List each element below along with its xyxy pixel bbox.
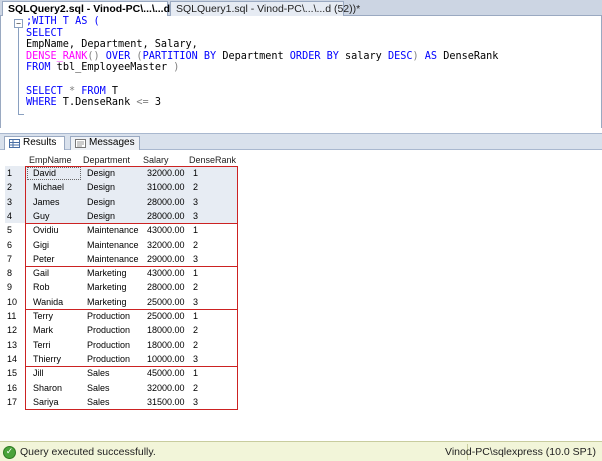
success-check-icon: ✓ bbox=[3, 446, 16, 459]
code-line[interactable]: DENSE_RANK() OVER (PARTITION BY Departme… bbox=[26, 51, 586, 63]
tab-results[interactable]: Results bbox=[4, 136, 65, 150]
code-token: DENSE_RANK bbox=[26, 50, 88, 62]
code-token: tbl_EmployeeMaster bbox=[50, 62, 174, 74]
editor-gutter: − bbox=[1, 16, 25, 128]
code-token: SELECT bbox=[26, 85, 63, 97]
status-message: Query executed successfully. bbox=[20, 446, 156, 458]
code-token: PARTITION BY bbox=[142, 50, 217, 62]
row-number[interactable]: 14 bbox=[5, 352, 25, 366]
code-token: ) bbox=[412, 50, 425, 62]
grid-header: EmpName Department Salary DenseRank bbox=[5, 154, 237, 166]
row-number[interactable]: 17 bbox=[5, 395, 25, 409]
row-number[interactable]: 16 bbox=[5, 381, 25, 395]
tab-messages[interactable]: Messages bbox=[70, 136, 140, 150]
code-line[interactable]: FROM tbl_EmployeeMaster ) bbox=[26, 62, 586, 74]
row-number[interactable]: 10 bbox=[5, 295, 25, 309]
code-token: DenseRank bbox=[437, 50, 499, 62]
row-number[interactable]: 3 bbox=[5, 195, 25, 209]
partition-highlight-box bbox=[25, 166, 238, 225]
tab-sqlquery2[interactable]: SQLQuery2.sql - Vinod-PC\...\...d (54))* bbox=[2, 1, 199, 17]
code-token: 3 bbox=[148, 97, 161, 109]
column-header[interactable]: Salary bbox=[143, 154, 169, 166]
grid-icon bbox=[9, 139, 20, 148]
column-header[interactable]: EmpName bbox=[29, 154, 72, 166]
row-number[interactable]: 15 bbox=[5, 366, 25, 380]
row-number[interactable]: 9 bbox=[5, 280, 25, 294]
tab-sqlquery1[interactable]: SQLQuery1.sql - Vinod-PC\...\...d (52))* bbox=[170, 1, 360, 16]
code-token: ( bbox=[130, 50, 143, 62]
results-grid[interactable]: EmpName Department Salary DenseRank 1 David D… bbox=[5, 154, 237, 407]
collapse-toggle-icon[interactable]: − bbox=[14, 19, 23, 28]
column-header[interactable]: DenseRank bbox=[189, 154, 236, 166]
row-number[interactable]: 12 bbox=[5, 323, 25, 337]
partition-highlight-box bbox=[25, 266, 238, 310]
code-token: SELECT bbox=[26, 27, 63, 39]
row-number[interactable]: 2 bbox=[5, 180, 25, 194]
query-editor[interactable]: − ;WITH T AS (SELECT EmpName, Department,… bbox=[0, 16, 602, 147]
code-token: <= bbox=[136, 97, 149, 109]
outline-bracket bbox=[18, 24, 19, 114]
partition-highlight-box bbox=[25, 366, 238, 411]
code-token: WHERE bbox=[26, 97, 57, 109]
row-number[interactable]: 7 bbox=[5, 252, 25, 266]
document-tab-bar: SQLQuery2.sql - Vinod-PC\...\...d (54))*… bbox=[0, 0, 602, 17]
row-number[interactable]: 5 bbox=[5, 223, 25, 237]
code-token: FROM bbox=[81, 85, 106, 97]
code-token: salary bbox=[338, 50, 388, 62]
code-line[interactable]: EmpName, Department, Salary, bbox=[26, 39, 586, 51]
tab-results-label: Results bbox=[23, 137, 57, 148]
code-line[interactable]: SELECT * FROM T bbox=[26, 86, 586, 98]
code-line[interactable]: SELECT bbox=[26, 28, 586, 40]
code-token: Department bbox=[216, 50, 290, 62]
status-bar: ✓ Query executed successfully. Vinod-PC\… bbox=[0, 441, 602, 461]
code-token: ORDER BY bbox=[289, 50, 339, 62]
row-number[interactable]: 11 bbox=[5, 309, 25, 323]
results-pane: EmpName Department Salary DenseRank 1 David D… bbox=[0, 151, 602, 439]
partition-highlight-box bbox=[25, 309, 238, 368]
code-token: T.DenseRank bbox=[56, 97, 137, 109]
code-line[interactable]: ;WITH T AS ( bbox=[26, 16, 586, 28]
column-header[interactable]: Department bbox=[83, 154, 130, 166]
code-token: DESC bbox=[387, 50, 413, 62]
row-number[interactable]: 4 bbox=[5, 209, 25, 223]
code-line[interactable]: WHERE T.DenseRank <= 3 bbox=[26, 97, 586, 109]
code-token: FROM bbox=[26, 62, 51, 74]
code-token: T bbox=[105, 85, 119, 97]
tab-messages-label: Messages bbox=[89, 137, 135, 148]
code-token: AS bbox=[424, 50, 438, 62]
row-number[interactable]: 8 bbox=[5, 266, 25, 280]
row-number[interactable]: 6 bbox=[5, 238, 25, 252]
code-line[interactable] bbox=[26, 74, 586, 86]
partition-highlight-box bbox=[25, 223, 238, 268]
messages-icon bbox=[75, 139, 86, 148]
code-token: OVER bbox=[105, 50, 131, 62]
sql-code[interactable]: ;WITH T AS (SELECT EmpName, Department, S… bbox=[26, 16, 586, 109]
code-token: () bbox=[87, 50, 106, 62]
outline-bracket-end bbox=[18, 114, 24, 115]
code-token: ) bbox=[173, 62, 180, 74]
code-token: ;WITH T AS ( bbox=[26, 16, 100, 27]
results-tab-bar: Results Messages bbox=[0, 133, 602, 150]
status-server: Vinod-PC\sqlexpress (10.0 SP1) bbox=[445, 446, 596, 458]
row-number[interactable]: 1 bbox=[5, 166, 25, 180]
row-number[interactable]: 13 bbox=[5, 338, 25, 352]
code-token: * bbox=[62, 85, 82, 97]
code-token: EmpName, Department, Salary, bbox=[26, 39, 198, 51]
